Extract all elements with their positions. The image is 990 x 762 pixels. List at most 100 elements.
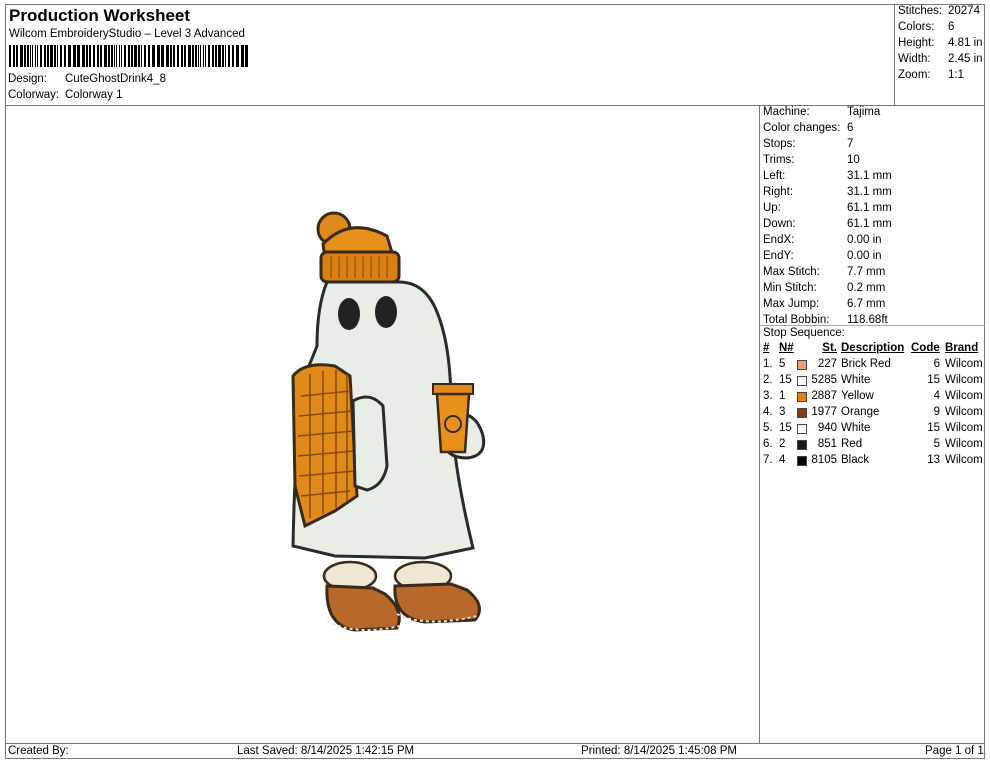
col-header-num: # — [763, 342, 770, 354]
info-min-stitch: Min Stitch: 0.2 mm — [763, 282, 886, 294]
row-needle: 5 — [779, 358, 786, 370]
barcode — [9, 45, 248, 67]
info-endy: EndY: 0.00 in — [763, 250, 882, 262]
left-boot-shape — [325, 584, 401, 632]
row-brand: Wilcom — [945, 454, 983, 466]
row-brand: Wilcom — [945, 390, 983, 402]
row-brand: Wilcom — [945, 438, 983, 450]
info-down: Down: 61.1 mm — [763, 218, 892, 230]
info-left: Left: 31.1 mm — [763, 170, 892, 182]
stats-box: Stitches: 20274 Colors: 6 Height: 4.81 in W… — [894, 4, 985, 105]
info-trims: Trims: 10 — [763, 154, 860, 166]
row-num: 4. — [763, 406, 773, 418]
color-swatch — [797, 408, 807, 418]
row-needle: 1 — [779, 390, 786, 402]
table-row: 5. 15 940 White 15 Wilcom — [760, 422, 985, 438]
info-stops: Stops: 7 — [763, 138, 854, 150]
design-value: CuteGhostDrink4_8 — [65, 73, 166, 85]
row-description: Red — [841, 438, 863, 450]
stat-width: Width: 2.45 in — [898, 53, 983, 65]
info-color-changes: Color changes: 6 — [763, 122, 854, 134]
row-brand: Wilcom — [945, 358, 983, 370]
row-stitches: 851 — [817, 438, 837, 450]
table-header-row: # N# St. Description Code Brand — [760, 342, 985, 358]
row-description: Black — [841, 454, 870, 466]
row-needle: 3 — [779, 406, 786, 418]
color-swatch — [797, 424, 807, 434]
info-panel: Machine: Tajima Color changes: 6 Stops: 7 T… — [759, 105, 985, 744]
row-code: 9 — [933, 406, 940, 418]
table-row: 6. 2 851 Red 5 Wilcom — [760, 438, 985, 454]
row-num: 5. — [763, 422, 773, 434]
design-row: Design: CuteGhostDrink4_8 — [8, 73, 166, 85]
row-num: 7. — [763, 454, 773, 466]
footer-divider — [5, 743, 985, 744]
info-up: Up: 61.1 mm — [763, 202, 892, 214]
row-needle: 4 — [779, 454, 786, 466]
row-stitches: 8105 — [811, 454, 837, 466]
row-stitches: 5285 — [811, 374, 837, 386]
row-code: 13 — [927, 454, 940, 466]
row-code: 15 — [927, 374, 940, 386]
table-row: 3. 1 2887 Yellow 4 Wilcom — [760, 390, 985, 406]
table-row: 4. 3 1977 Orange 9 Wilcom — [760, 406, 985, 422]
row-description: Yellow — [841, 390, 874, 402]
info-machine: Machine: Tajima — [763, 106, 881, 118]
ghost-arm-shape — [351, 395, 389, 492]
design-preview — [5, 106, 759, 743]
stat-zoom: Zoom: 1:1 — [898, 69, 964, 81]
right-boot-shape — [393, 582, 481, 624]
stat-colors: Colors: 6 — [898, 21, 955, 33]
color-swatch — [797, 392, 807, 402]
row-description: Brick Red — [841, 358, 891, 370]
stop-sequence-title: Stop Sequence: — [763, 327, 845, 339]
row-stitches: 2887 — [811, 390, 837, 402]
row-needle: 15 — [779, 422, 792, 434]
color-swatch — [797, 376, 807, 386]
table-row: 7. 4 8105 Black 13 Wilcom — [760, 454, 985, 470]
info-max-stitch: Max Stitch: 7.7 mm — [763, 266, 886, 278]
info-endx: EndX: 0.00 in — [763, 234, 882, 246]
color-swatch — [797, 360, 807, 370]
row-code: 15 — [927, 422, 940, 434]
row-code: 4 — [933, 390, 940, 402]
row-stitches: 1977 — [811, 406, 837, 418]
row-needle: 2 — [779, 438, 786, 450]
colorway-row: Colorway: Colorway 1 — [8, 89, 123, 101]
info-right: Right: 31.1 mm — [763, 186, 892, 198]
row-code: 5 — [933, 438, 940, 450]
row-description: Orange — [841, 406, 880, 418]
row-description: White — [841, 374, 871, 386]
col-header-code: Code — [911, 342, 940, 354]
design-label: Design: — [8, 73, 47, 85]
col-header-description: Description — [841, 342, 905, 354]
info-max-jump: Max Jump: 6.7 mm — [763, 298, 886, 310]
colorway-label: Colorway: — [8, 89, 60, 101]
row-code: 6 — [933, 358, 940, 370]
col-header-st: St. — [822, 342, 837, 354]
row-num: 3. — [763, 390, 773, 402]
ghost-right-eye — [375, 296, 397, 328]
row-stitches: 227 — [817, 358, 837, 370]
row-brand: Wilcom — [945, 374, 983, 386]
software-subtitle: Wilcom EmbroideryStudio – Level 3 Advanc… — [9, 28, 245, 40]
page-title: Production Worksheet — [9, 6, 191, 25]
row-needle: 15 — [779, 374, 792, 386]
cup-body-shape — [435, 392, 471, 454]
row-stitches: 940 — [817, 422, 837, 434]
col-header-brand: Brand — [945, 342, 979, 354]
page-number: Page 1 of 1 — [925, 745, 984, 757]
printed-date: Printed: 8/14/2025 1:45:08 PM — [581, 745, 737, 757]
row-num: 6. — [763, 438, 773, 450]
row-brand: Wilcom — [945, 406, 983, 418]
row-description: White — [841, 422, 871, 434]
stat-stitches: Stitches: 20274 — [898, 5, 980, 17]
last-saved: Last Saved: 8/14/2025 1:42:15 PM — [237, 745, 415, 757]
color-swatch — [797, 456, 807, 466]
row-num: 2. — [763, 374, 773, 386]
ghost-left-eye — [338, 298, 360, 330]
col-header-n: N# — [779, 342, 794, 354]
row-brand: Wilcom — [945, 422, 983, 434]
stat-height: Height: 4.81 in — [898, 37, 983, 49]
panel-separator — [760, 325, 985, 326]
